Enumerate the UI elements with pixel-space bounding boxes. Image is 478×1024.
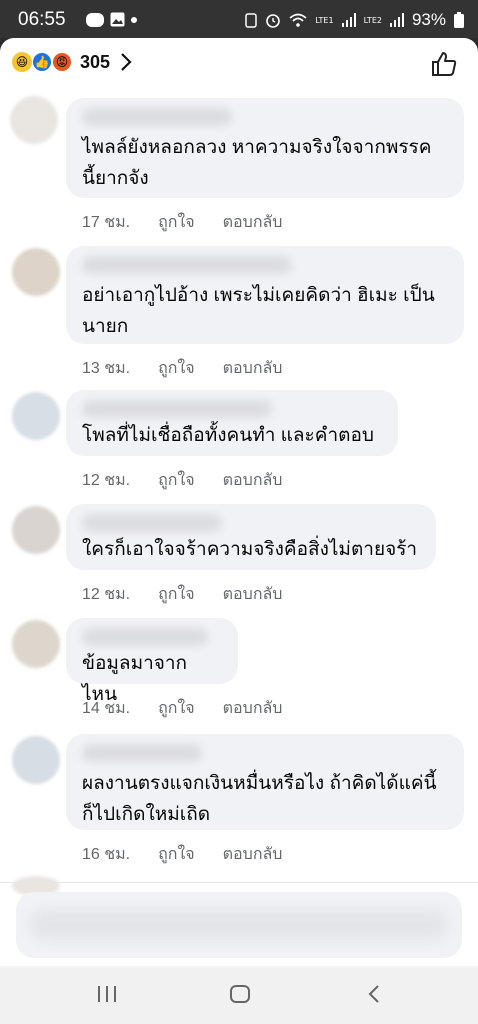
comment-time: 12 ชม.: [82, 472, 131, 489]
dot-icon: [131, 16, 137, 23]
commenter-name-redacted[interactable]: [82, 400, 272, 418]
like-link[interactable]: ถูกใจ: [158, 356, 195, 381]
reply-link[interactable]: ตอบกลับ: [223, 842, 283, 867]
recent-apps-icon[interactable]: [96, 984, 118, 1004]
network-2-label: LTE2: [363, 15, 382, 25]
comment-bubble[interactable]: อย่าเอากูไปอ้าง เพระไม่เคยคิดว่า ฮิเมะ เ…: [66, 246, 464, 344]
composer-input-redacted[interactable]: [30, 910, 448, 940]
alarm-icon: [266, 14, 280, 28]
comment-actions: 12 ชม. ถูกใจ ตอบกลับ: [82, 468, 282, 493]
back-icon[interactable]: [366, 984, 382, 1004]
comment-time: 13 ชม.: [82, 360, 131, 377]
comment-bubble[interactable]: โพลที่ไม่เชื่อถือทั้งคนทำ และคำตอบ: [66, 390, 398, 456]
status-bar: 06:55 LTE1 LTE2 93%: [0, 0, 478, 38]
comment-actions: 13 ชม. ถูกใจ ตอบกลับ: [82, 356, 282, 381]
like-link[interactable]: ถูกใจ: [158, 210, 195, 235]
system-icons: LTE1 LTE2 93%: [245, 10, 464, 30]
network-1-label: LTE1: [315, 15, 334, 25]
haha-icon: 😆: [12, 52, 32, 72]
like-link[interactable]: ถูกใจ: [158, 582, 195, 607]
signal-1-icon: [341, 13, 356, 27]
comment-actions: 14 ชม. ถูกใจ ตอบกลับ: [82, 696, 282, 721]
status-time: 06:55: [18, 9, 66, 30]
reaction-count: 305: [80, 51, 111, 72]
commenter-name-redacted[interactable]: [82, 744, 202, 762]
reply-link[interactable]: ตอบกลับ: [223, 696, 283, 721]
thumbs-up-icon[interactable]: [430, 50, 458, 78]
comment-text-line: โพลที่ไม่เชื่อถือทั้งคนทำ และคำตอบ: [82, 425, 374, 446]
comment-time: 12 ชม.: [82, 586, 131, 603]
avatar[interactable]: [10, 96, 58, 144]
comment-time: 17 ชม.: [82, 214, 131, 231]
like-link[interactable]: ถูกใจ: [158, 842, 195, 867]
commenter-name-redacted[interactable]: [82, 514, 222, 532]
angry-icon: 😡: [52, 52, 72, 72]
comment-bubble[interactable]: ใครก็เอาใจจร้าความจริงคือสิ่งไม่ตายจร้า: [66, 504, 436, 570]
comment-time: 16 ชม.: [82, 846, 131, 863]
reply-link[interactable]: ตอบกลับ: [223, 210, 283, 235]
comment-bubble[interactable]: ข้อมูลมาจากไหน: [66, 618, 238, 705]
comment-text-line: นายก: [82, 316, 129, 337]
reply-link[interactable]: ตอบกลับ: [223, 468, 283, 493]
notification-icons: [86, 12, 137, 27]
commenter-name-redacted[interactable]: [82, 256, 292, 274]
comment-text-line: อย่าเอากูไปอ้าง เพระไม่เคยคิดว่า ฮิเมะ เ…: [82, 285, 435, 306]
reply-link[interactable]: ตอบกลับ: [223, 582, 283, 607]
comment-bubble[interactable]: ผลงานตรงแจกเงินหมื่นหรือไง ถ้าคิดได้แค่น…: [66, 734, 464, 830]
battery-saver-icon: [245, 13, 257, 28]
like-link[interactable]: ถูกใจ: [158, 696, 195, 721]
divider: [0, 882, 478, 883]
system-nav-bar: [0, 966, 478, 1024]
comment-text-line: ก็ไปเกิดใหม่เถิด: [82, 804, 211, 825]
comment-bubble[interactable]: ไพลล์ยังหลอกลวง หาความจริงใจจากพรรค นี้ย…: [66, 98, 464, 198]
comment-time: 14 ชม.: [82, 700, 131, 717]
commenter-name-redacted[interactable]: [82, 108, 232, 126]
line-app-icon: [86, 12, 104, 27]
like-icon: 👍: [32, 52, 52, 72]
comment-actions: 12 ชม. ถูกใจ ตอบกลับ: [82, 582, 282, 607]
wifi-icon: [289, 13, 307, 27]
comment-text-line: นี้ยากจัง: [82, 168, 149, 189]
image-icon: [110, 12, 125, 27]
battery-icon: [454, 12, 464, 28]
commenter-name-redacted[interactable]: [82, 628, 208, 646]
chevron-right-icon: [121, 53, 132, 71]
avatar[interactable]: [12, 248, 60, 296]
like-link[interactable]: ถูกใจ: [158, 468, 195, 493]
avatar[interactable]: [12, 506, 60, 554]
battery-percent: 93%: [411, 10, 446, 29]
comment-text-line: ไพลล์ยังหลอกลวง หาความจริงใจจากพรรค: [82, 137, 432, 158]
comment-text-line: ใครก็เอาใจจร้าความจริงคือสิ่งไม่ตายจร้า: [82, 539, 418, 560]
signal-2-icon: [389, 13, 404, 27]
avatar[interactable]: [12, 392, 60, 440]
comment-composer[interactable]: [16, 892, 462, 958]
avatar[interactable]: [12, 736, 60, 784]
comment-actions: 17 ชม. ถูกใจ ตอบกลับ: [82, 210, 282, 235]
reply-link[interactable]: ตอบกลับ: [223, 356, 283, 381]
avatar[interactable]: [12, 620, 60, 668]
home-icon[interactable]: [229, 984, 251, 1004]
comment-text-line: ผลงานตรงแจกเงินหมื่นหรือไง ถ้าคิดได้แค่น…: [82, 773, 437, 794]
comment-actions: 16 ชม. ถูกใจ ตอบกลับ: [82, 842, 282, 867]
reactions-summary[interactable]: 😆 👍 😡 305: [12, 48, 132, 76]
comments-sheet: 😆 👍 😡 305 ไพลล์ยังหลอกลวง หาความจริงใจจา…: [0, 38, 478, 966]
